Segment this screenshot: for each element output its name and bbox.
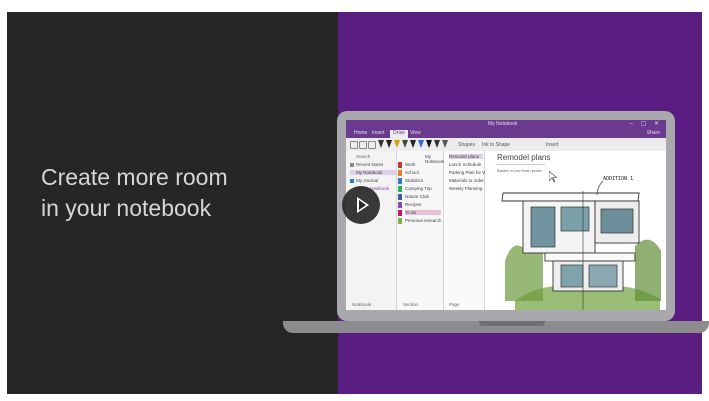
tab-draw: Draw	[390, 130, 408, 138]
page-canvas: Remodel plans Based on our final review …	[485, 151, 666, 310]
pen-dark-icon	[386, 140, 392, 148]
shapes-label: Shapes	[458, 142, 475, 148]
section-color-school	[398, 170, 402, 176]
pages-pane: Remodel plans Lunch Schedule Parking Pla…	[444, 151, 499, 310]
onenote-titlebar: My Notebook – ▢ ✕	[346, 120, 666, 129]
pen-black-icon	[378, 140, 384, 148]
section-nature: Nature Club	[405, 194, 430, 199]
add-section-label: Section	[403, 302, 419, 307]
section-color-todo	[398, 210, 402, 216]
page-item-weekly: Weekly Planning	[449, 186, 483, 191]
tab-insert: Insert	[372, 130, 385, 136]
nav-item-my-journal: My Journal	[356, 178, 379, 183]
section-school: School	[405, 170, 419, 175]
page-item-remodel: Remodel plans	[449, 154, 483, 159]
section-statistics: Statistics	[405, 178, 424, 183]
page-item-parking: Parking Plan for Workers	[449, 170, 499, 175]
pen-black-2-icon	[410, 140, 416, 148]
section-camping: Camping Trip	[405, 186, 432, 191]
section-todo: To do	[405, 210, 441, 215]
highlighter-icon	[434, 140, 440, 148]
lasso-icon	[368, 141, 376, 149]
section-color-research	[398, 218, 402, 224]
section-research: Personal research	[405, 218, 442, 223]
app-title: My Notebook	[488, 121, 518, 127]
laptop-notch	[479, 321, 545, 326]
section-work: Work	[405, 162, 416, 167]
section-recipes: Recipes	[405, 202, 422, 207]
draw-toolbar: Shapes Ink to Shape Insert	[346, 138, 666, 152]
sections-pane: My Notebook Work School Statistics Campi…	[397, 151, 444, 310]
notebook-nav-pane: Search Recent Notes My Notebook My Journ…	[346, 151, 398, 310]
section-color-nature	[398, 194, 402, 200]
pen-blue-icon	[418, 140, 424, 148]
section-color-work	[398, 162, 402, 168]
eraser-icon	[442, 140, 448, 148]
ink-to-shape-label: Ink to Shape	[482, 142, 511, 148]
search-label: Search	[356, 154, 371, 159]
section-color-recipes	[398, 202, 402, 208]
ribbon-tabs: Home Insert Draw View Share	[346, 129, 666, 138]
redo-icon	[359, 141, 367, 149]
headline-line-1: Create more room	[41, 164, 228, 190]
house-sketch	[501, 180, 661, 310]
tab-home: Home	[354, 130, 368, 136]
page-item-materials: Materials to order	[449, 178, 485, 183]
laptop-screen: My Notebook – ▢ ✕ Home Insert Draw View …	[346, 120, 666, 310]
nav-item-my-notebook: My Notebook	[350, 170, 398, 175]
pen-black-3-icon	[426, 140, 432, 148]
headline-line-2: in your notebook	[41, 195, 212, 221]
recent-icon	[350, 163, 354, 167]
section-color-statistics	[398, 178, 402, 184]
add-page-label: Page	[449, 302, 460, 307]
tab-view: View	[410, 130, 421, 136]
undo-icon	[350, 141, 358, 149]
page-item-lunch: Lunch Schedule	[449, 162, 482, 167]
window-controls: – ▢ ✕	[629, 121, 662, 127]
insert-space-label: Insert	[546, 142, 559, 148]
pen-yellow-icon	[394, 140, 400, 148]
play-button[interactable]	[342, 186, 380, 224]
add-notebook-label: Notebook	[352, 302, 372, 307]
section-color-camping	[398, 186, 402, 192]
video-headline: Create more room in your notebook	[41, 162, 228, 224]
nav-item-recent: Recent Notes	[356, 162, 384, 167]
play-icon	[357, 197, 369, 213]
pen-gray-icon	[402, 140, 408, 148]
share-button: Share	[646, 130, 660, 136]
notebook-icon	[350, 179, 354, 183]
